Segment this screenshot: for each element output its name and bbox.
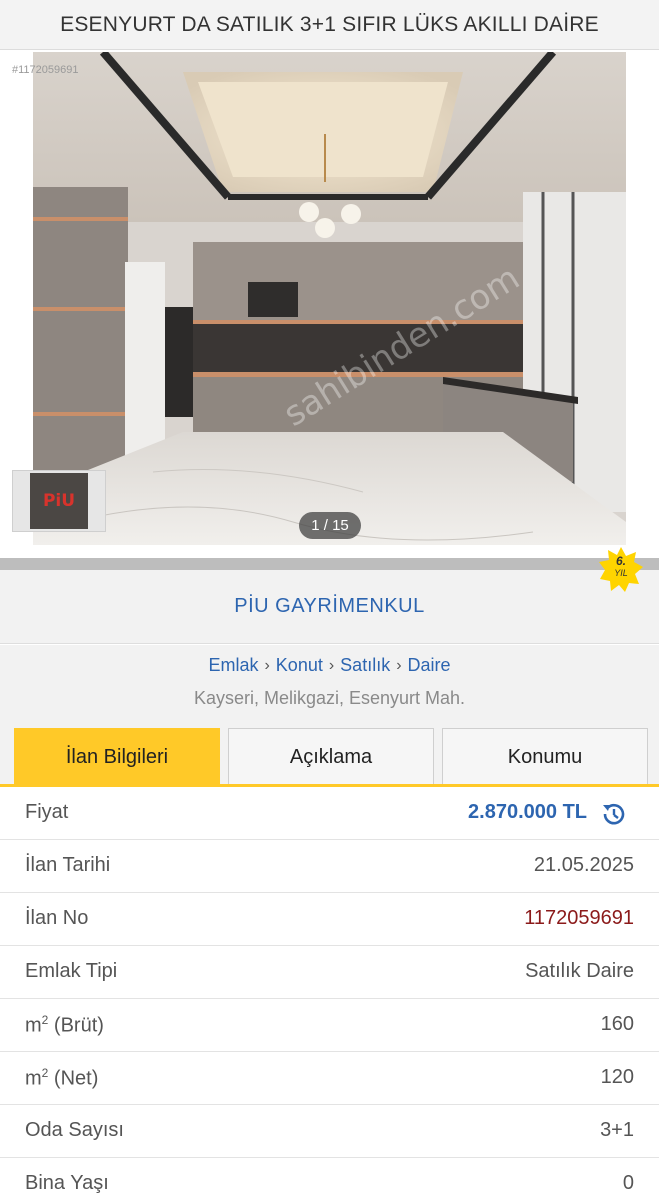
listing-photo[interactable]: sahibinden.com	[33, 52, 626, 545]
breadcrumb-separator: ›	[264, 656, 270, 674]
tab-konumu[interactable]: Konumu	[442, 728, 648, 785]
breadcrumb-item-satilik[interactable]: Satılık	[340, 655, 390, 676]
property-type-value: Satılık Daire	[525, 960, 634, 982]
breadcrumb-separator: ›	[396, 656, 402, 674]
info-row-rooms: Oda Sayısı 3+1	[0, 1105, 659, 1158]
price-history-icon[interactable]	[599, 799, 629, 829]
breadcrumb-area: Emlak › Konut › Satılık › Daire Kayseri,…	[0, 645, 659, 725]
info-row-gross-area: m2 (Brüt) 160	[0, 999, 659, 1052]
info-label: İlan Tarihi	[25, 854, 111, 876]
info-label: Oda Sayısı	[25, 1119, 124, 1141]
info-label: Bina Yaşı	[25, 1172, 109, 1194]
listing-title: ESENYURT DA SATILIK 3+1 SIFIR LÜKS AKILL…	[60, 12, 599, 36]
listing-id-tag: #1172059691	[12, 64, 79, 76]
agency-logo-text: PiU	[42, 491, 76, 511]
badge-number: 6.	[615, 554, 626, 568]
info-label: m2 (Net)	[25, 1066, 98, 1091]
unit-suffix: (Net)	[48, 1067, 99, 1090]
kitchen-photo-illustration: sahibinden.com	[33, 52, 626, 545]
photo-counter: 1 / 15	[299, 512, 361, 539]
listing-number-value: 1172059691	[524, 907, 634, 929]
price-value: 2.870.000 TL	[468, 801, 587, 823]
listing-date-value: 21.05.2025	[533, 854, 634, 876]
tab-aciklama[interactable]: Açıklama	[228, 728, 434, 785]
info-label: Emlak Tipi	[25, 960, 118, 982]
info-label: m2 (Brüt)	[25, 1013, 104, 1038]
info-row-property-type: Emlak Tipi Satılık Daire	[0, 946, 659, 999]
gross-area-value: 160	[600, 1013, 634, 1035]
divider	[0, 558, 659, 570]
info-row-building-age: Bina Yaşı 0	[0, 1158, 659, 1200]
unit-m: m	[25, 1014, 42, 1037]
breadcrumb-item-konut[interactable]: Konut	[276, 655, 323, 676]
agency-logo-thumbnail[interactable]: PiU	[12, 470, 106, 532]
info-label: İlan No	[25, 907, 89, 929]
info-row-net-area: m2 (Net) 120	[0, 1052, 659, 1105]
rooms-value: 3+1	[600, 1119, 634, 1141]
tab-ilan-bilgileri[interactable]: İlan Bilgileri	[14, 728, 220, 785]
breadcrumb-separator: ›	[328, 656, 335, 674]
net-area-value: 120	[600, 1066, 634, 1088]
unit-m: m	[25, 1067, 42, 1090]
breadcrumb: Emlak › Konut › Satılık › Daire	[0, 655, 659, 676]
unit-suffix: (Brüt)	[48, 1014, 104, 1037]
info-label: Fiyat	[25, 801, 69, 823]
page-header: ESENYURT DA SATILIK 3+1 SIFIR LÜKS AKILL…	[0, 0, 659, 50]
info-row-price: Fiyat 2.870.000 TL	[0, 787, 659, 840]
building-age-value: 0	[622, 1172, 634, 1194]
agency-logo: PiU	[30, 473, 88, 529]
photo-gallery[interactable]: #1172059691 sahibinden.com PiU 1 / 15	[0, 50, 659, 558]
info-row-date: İlan Tarihi 21.05.2025	[0, 840, 659, 893]
badge-label: YIL	[614, 568, 628, 578]
store-section: PİU GAYRİMENKUL	[0, 570, 659, 644]
location-text: Kayseri, Melikgazi, Esenyurt Mah.	[193, 688, 466, 708]
breadcrumb-item-daire[interactable]: Daire	[408, 655, 451, 676]
membership-year-badge: 6. YIL	[598, 546, 644, 592]
store-name-link[interactable]: PİU GAYRİMENKUL	[234, 595, 425, 618]
listing-page: ESENYURT DA SATILIK 3+1 SIFIR LÜKS AKILL…	[0, 0, 659, 1200]
breadcrumb-item-emlak[interactable]: Emlak	[208, 655, 258, 676]
info-row-listing-no: İlan No 1172059691	[0, 893, 659, 946]
info-table: Fiyat 2.870.000 TL İlan Tarihi 21.05.202…	[0, 787, 659, 1200]
tab-bar: İlan Bilgileri Açıklama Konumu	[0, 725, 659, 787]
